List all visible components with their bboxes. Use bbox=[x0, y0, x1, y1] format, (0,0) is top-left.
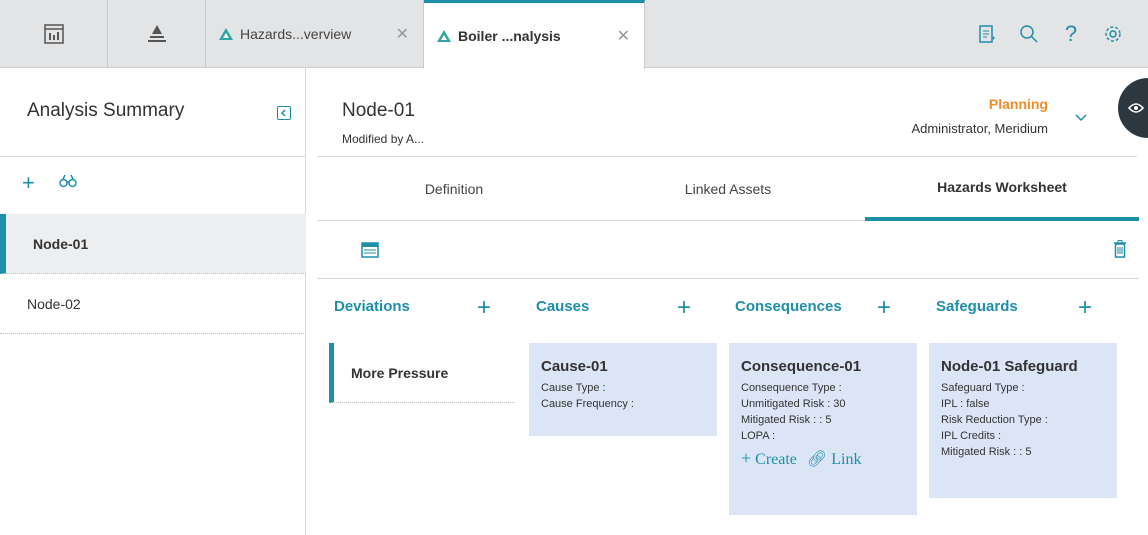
card-field: IPL : false bbox=[941, 398, 990, 410]
worksheet-toolbar bbox=[317, 222, 1139, 279]
panel-tools: + bbox=[22, 172, 77, 194]
node-list-item[interactable]: Node-01 bbox=[0, 214, 306, 274]
tab-hazards-worksheet[interactable]: Hazards Worksheet bbox=[865, 157, 1139, 221]
card-title: Node-01 Safeguard bbox=[941, 358, 1078, 375]
tab-hazards-overview[interactable]: Hazards...verview ✕ bbox=[206, 0, 424, 68]
cause-card[interactable]: Cause-01 Cause Type : Cause Frequency : bbox=[529, 343, 717, 436]
tab-label: Boiler ...nalysis bbox=[458, 28, 561, 44]
search-icon[interactable] bbox=[1014, 19, 1044, 49]
side-panel-toggle[interactable] bbox=[1118, 78, 1148, 138]
help-icon[interactable]: ? bbox=[1056, 19, 1086, 49]
tab-boiler-analysis[interactable]: Boiler ...nalysis ✕ bbox=[424, 0, 645, 69]
hazards-triangle-icon bbox=[437, 30, 451, 42]
grid-view-icon[interactable] bbox=[361, 242, 379, 263]
binoculars-icon[interactable] bbox=[59, 174, 77, 193]
safeguards-header: Safeguards bbox=[936, 298, 1018, 315]
consequence-card[interactable]: Consequence-01 Consequence Type : Unmiti… bbox=[729, 343, 917, 515]
main-content: Node-01 Modified by A... Planning Admini… bbox=[307, 68, 1148, 535]
clipboard-icon[interactable] bbox=[972, 19, 1002, 49]
close-icon[interactable]: ✕ bbox=[396, 24, 409, 44]
dashboard-tab[interactable] bbox=[0, 0, 108, 68]
causes-header: Causes bbox=[536, 298, 590, 315]
consequences-header: Consequences bbox=[735, 298, 842, 315]
hazards-home-tab[interactable] bbox=[108, 0, 206, 68]
pyramid-icon bbox=[147, 25, 166, 42]
add-icon[interactable]: + bbox=[22, 172, 35, 194]
deviation-item[interactable]: More Pressure bbox=[329, 343, 515, 403]
tab-label: Hazards...verview bbox=[240, 26, 352, 42]
link-button[interactable]: 🔗︎ Link bbox=[807, 449, 862, 469]
chevron-down-icon[interactable] bbox=[1074, 110, 1088, 128]
panel-title: Analysis Summary bbox=[27, 100, 185, 121]
modified-by: Modified by A... bbox=[342, 132, 425, 146]
divider bbox=[0, 156, 306, 157]
collapse-panel-icon[interactable] bbox=[277, 106, 291, 120]
card-field: Cause Frequency : bbox=[541, 398, 634, 410]
card-field: Cause Type : bbox=[541, 382, 606, 394]
tab-linked-assets[interactable]: Linked Assets bbox=[591, 157, 865, 221]
lopa-actions: + Create 🔗︎ Link bbox=[741, 448, 905, 469]
safeguard-card[interactable]: Node-01 Safeguard Safeguard Type : IPL :… bbox=[929, 343, 1117, 498]
link-icon: 🔗︎ bbox=[806, 450, 828, 468]
add-deviation-icon[interactable]: + bbox=[477, 296, 491, 320]
settings-gear-icon[interactable] bbox=[1098, 19, 1128, 49]
card-field: Risk Reduction Type : bbox=[941, 414, 1048, 426]
node-title: Node-01 bbox=[342, 100, 415, 121]
card-title: Consequence-01 bbox=[741, 358, 862, 375]
card-field: Mitigated Risk : : 5 bbox=[941, 446, 1032, 458]
delete-icon[interactable] bbox=[1113, 240, 1127, 263]
eye-icon bbox=[1128, 103, 1144, 113]
global-tools: ? bbox=[972, 0, 1148, 68]
add-consequence-icon[interactable]: + bbox=[877, 296, 891, 320]
node-label: Node-02 bbox=[27, 295, 81, 312]
card-title: Cause-01 bbox=[541, 358, 608, 375]
status-label: Planning bbox=[988, 96, 1048, 112]
deviations-header: Deviations bbox=[334, 298, 410, 315]
hazards-triangle-icon bbox=[219, 28, 233, 40]
create-link[interactable]: + Create bbox=[741, 448, 797, 469]
card-field: Consequence Type : bbox=[741, 382, 842, 394]
card-field: Safeguard Type : bbox=[941, 382, 1025, 394]
top-tab-bar: Hazards...verview ✕ Boiler ...nalysis ✕ … bbox=[0, 0, 1148, 69]
card-field: Mitigated Risk : : 5 bbox=[741, 414, 832, 426]
node-list-item[interactable]: Node-02 bbox=[0, 274, 306, 334]
deviation-label: More Pressure bbox=[351, 364, 449, 381]
node-label: Node-01 bbox=[33, 235, 89, 252]
card-field: Unmitigated Risk : 30 bbox=[741, 398, 846, 410]
owner-label: Administrator, Meridium bbox=[911, 121, 1048, 136]
tab-definition[interactable]: Definition bbox=[317, 157, 591, 221]
add-cause-icon[interactable]: + bbox=[677, 296, 691, 320]
card-field: IPL Credits : bbox=[941, 430, 1002, 442]
subtab-bar: Definition Linked Assets Hazards Workshe… bbox=[317, 157, 1139, 221]
analysis-summary-panel: Analysis Summary + Node-01 Node-02 bbox=[0, 68, 306, 535]
close-icon[interactable]: ✕ bbox=[617, 26, 630, 46]
add-safeguard-icon[interactable]: + bbox=[1078, 296, 1092, 320]
dashboard-icon bbox=[43, 24, 64, 44]
card-field: LOPA : bbox=[741, 430, 776, 442]
